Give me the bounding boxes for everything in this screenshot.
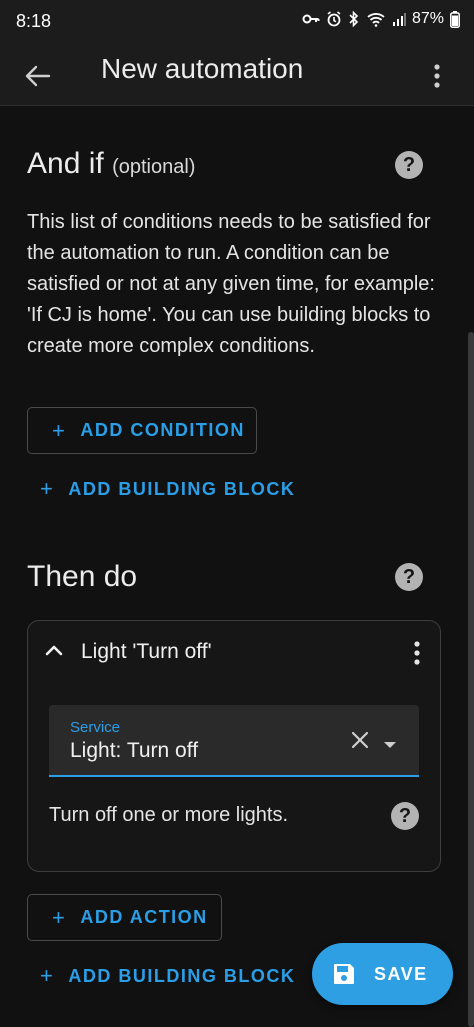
clear-icon[interactable]	[351, 731, 369, 754]
battery-level: 87%	[411, 10, 444, 27]
overflow-menu-button[interactable]	[420, 56, 454, 96]
plus-icon: +	[52, 904, 67, 930]
add-condition-button[interactable]: + ADD CONDITION	[27, 407, 257, 454]
more-vertical-icon	[414, 641, 420, 665]
status-time: 8:18	[16, 11, 52, 31]
plus-icon: +	[40, 476, 55, 501]
conditions-heading: And if (optional)	[27, 147, 195, 181]
chevron-up-icon	[45, 645, 63, 656]
alarm-icon	[326, 11, 342, 27]
actions-title: Then do	[27, 560, 138, 593]
add-condition-label: ADD CONDITION	[80, 420, 245, 440]
service-select[interactable]: Service Light: Turn off	[49, 705, 419, 777]
add-action-building-block-button[interactable]: + ADD BUILDING BLOCK	[40, 961, 295, 991]
collapse-button[interactable]	[44, 643, 64, 662]
service-field-value: Light: Turn off	[70, 739, 199, 762]
scrollbar[interactable]	[468, 332, 474, 1027]
add-condition-building-block-button[interactable]: + ADD BUILDING BLOCK	[40, 474, 295, 504]
add-action-label: ADD ACTION	[80, 907, 208, 927]
dropdown-arrow-icon[interactable]	[383, 736, 397, 754]
service-help-icon[interactable]: ?	[391, 802, 419, 830]
action-card-menu-button[interactable]	[414, 641, 420, 670]
bluetooth-icon	[348, 11, 360, 27]
battery-icon	[450, 10, 460, 28]
add-building-block-label: ADD BUILDING BLOCK	[68, 478, 296, 499]
save-button-label: SAVE	[374, 963, 428, 984]
more-vertical-icon	[434, 64, 440, 88]
floppy-disk-icon	[334, 964, 354, 984]
conditions-help-icon[interactable]: ?	[395, 151, 423, 179]
conditions-optional-label: (optional)	[112, 156, 196, 178]
add-building-block-label: ADD BUILDING BLOCK	[68, 965, 296, 986]
actions-heading: Then do	[27, 560, 137, 594]
status-bar: 8:18 87%	[0, 0, 474, 44]
action-card-title: Light 'Turn off'	[81, 640, 212, 663]
actions-help-icon[interactable]: ?	[395, 563, 423, 591]
conditions-description: This list of conditions needs to be sati…	[27, 211, 435, 357]
status-icons: 87%	[302, 10, 460, 28]
plus-icon: +	[40, 963, 55, 988]
plus-icon: +	[52, 417, 67, 443]
wifi-icon	[366, 11, 386, 27]
service-description: Turn off one or more lights.	[49, 804, 289, 826]
back-button[interactable]	[18, 56, 58, 96]
key-icon	[302, 12, 320, 26]
arrow-left-icon	[25, 65, 51, 87]
action-card: Light 'Turn off' Service Light: Turn off…	[27, 620, 441, 872]
page-title: New automation	[101, 53, 304, 84]
conditions-title: And if	[27, 147, 104, 180]
app-bar: New automation	[0, 44, 474, 106]
save-button[interactable]: SAVE	[312, 943, 453, 1005]
service-field-label: Service	[70, 719, 121, 736]
signal-icon	[392, 12, 406, 26]
add-action-button[interactable]: + ADD ACTION	[27, 894, 222, 941]
